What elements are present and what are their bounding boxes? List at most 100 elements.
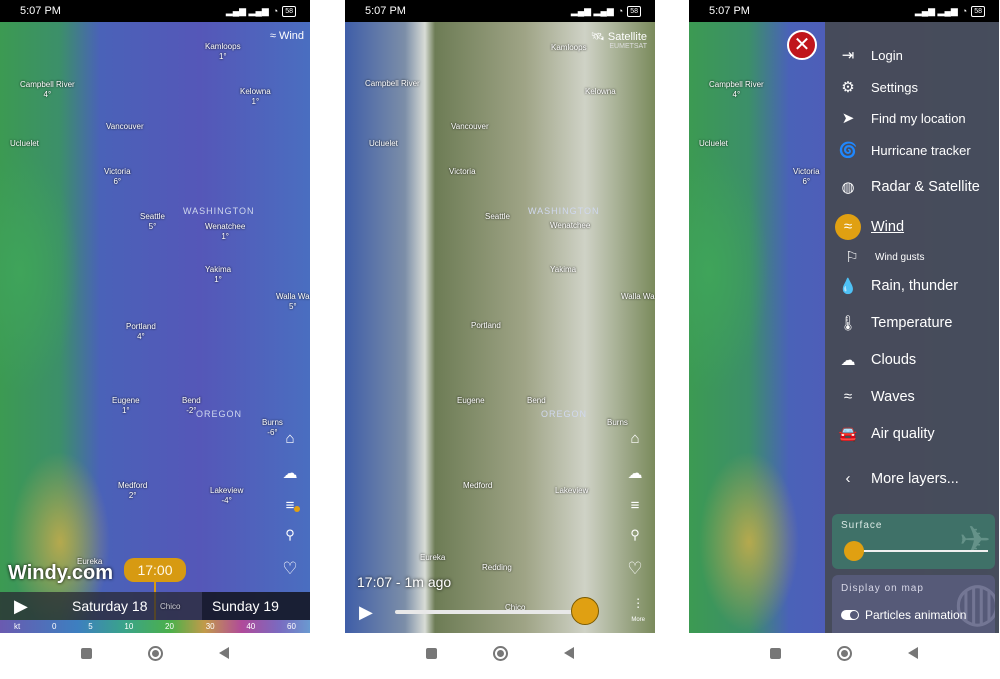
recents-button[interactable] <box>81 647 92 659</box>
city-label: Lakeview -4° <box>210 486 244 505</box>
wifi-icon: ◔ <box>272 6 279 16</box>
home-button[interactable] <box>493 645 508 661</box>
back-button[interactable] <box>219 647 229 659</box>
satellite-icon: 🛰 <box>590 31 605 43</box>
wind-map[interactable]: ≈ Wind Kamloops 1° Campbell River 4° Kelow… <box>0 22 310 633</box>
play-icon[interactable]: ▶ <box>359 602 373 623</box>
status-bar: 5:07 PM ▂▄▆ ▂▄▆ ◔ 58 <box>0 0 310 22</box>
play-icon[interactable]: ▶ <box>14 596 54 617</box>
back-button[interactable] <box>564 647 574 659</box>
timeline-bar[interactable]: ▶ Saturday 18 Sunday 19 <box>0 592 310 620</box>
back-button[interactable] <box>908 647 918 659</box>
menu-item-find-location[interactable]: ➤ Find my location <box>835 109 966 127</box>
day-sunday[interactable]: Sunday 19 <box>202 592 310 620</box>
city-label: Chico <box>160 602 181 611</box>
altitude-slider-knob[interactable] <box>844 541 864 561</box>
android-nav-bar <box>689 640 999 666</box>
phone-menu-view: 5:07 PM ▂▄▆ ▂▄▆ ◔ 58 Campbell River 4° Uclue… <box>689 0 999 679</box>
wifi-icon: ◔ <box>617 6 624 16</box>
airplane-icon: ✈ <box>959 520 991 562</box>
city-label: Eugene <box>457 396 485 405</box>
home-button[interactable] <box>837 645 852 661</box>
phone-satellite-view: 5:07 PM ▂▄▆ ▂▄▆ ◔ 58 🛰 Satellite EUMETSAT Ka… <box>345 0 655 679</box>
status-bar: 5:07 PM ▂▄▆ ▂▄▆ ◔ 58 <box>345 0 655 22</box>
city-label: Victoria 6° <box>793 167 820 186</box>
surface-label: Surface <box>841 520 883 531</box>
city-label: Seattle 5° <box>140 212 165 231</box>
city-label: Kamloops <box>551 43 587 52</box>
menu-item-settings[interactable]: ⚙ Settings <box>835 78 918 96</box>
city-label: Kelowna <box>585 87 616 96</box>
city-label: Victoria <box>449 167 476 176</box>
day-saturday[interactable]: Saturday 18 <box>72 598 174 614</box>
menu-item-wind[interactable]: ≈ Wind <box>835 214 904 240</box>
battery-icon: 58 <box>971 5 985 17</box>
cloud-icon: ☁ <box>840 352 856 369</box>
waves-icon: ≈ <box>843 388 853 405</box>
city-label: Kamloops 1° <box>205 42 241 61</box>
drop-icon: 💧 <box>838 278 858 295</box>
timeline-slider[interactable] <box>395 610 595 614</box>
windy-logo: Windy.com <box>8 562 114 584</box>
layer-label: ≈ Wind <box>269 30 304 42</box>
toggle-switch[interactable] <box>841 610 859 620</box>
city-label: Redding <box>482 563 512 572</box>
home-icon[interactable]: ⌂ <box>625 430 645 447</box>
altitude-slider[interactable] <box>852 550 988 552</box>
heart-icon[interactable]: ♡ <box>625 559 645 579</box>
city-label: Burns <box>607 418 628 427</box>
login-icon: ⇥ <box>841 47 855 64</box>
menu-icon[interactable]: ≡ <box>280 497 300 514</box>
signal-icon: ▂▄▆ ▂▄▆ <box>225 5 269 16</box>
home-button[interactable] <box>148 645 163 661</box>
display-on-map-label: Display on map <box>841 583 924 594</box>
thermometer-icon: 🌡 <box>838 315 858 332</box>
storm-cloud-icon[interactable]: ☁ <box>280 464 300 482</box>
menu-item-waves[interactable]: ≈ Waves <box>835 388 915 405</box>
recents-button[interactable] <box>770 647 781 659</box>
menu-item-air-quality[interactable]: 🚘 Air quality <box>835 425 935 443</box>
satellite-map[interactable]: 🛰 Satellite EUMETSAT Kamloops Campbell Ri… <box>345 22 655 633</box>
menu-item-temperature[interactable]: 🌡 Temperature <box>835 314 952 332</box>
menu-item-rain-thunder[interactable]: 💧 Rain, thunder <box>835 277 958 295</box>
city-label: Yakima 1° <box>205 265 232 284</box>
storm-cloud-icon[interactable]: ☁ <box>625 464 645 482</box>
status-time: 5:07 PM <box>20 5 61 17</box>
city-label: Victoria 6° <box>104 167 131 186</box>
recents-button[interactable] <box>426 647 437 659</box>
phone-wind-view: 5:07 PM ▂▄▆ ▂▄▆ ◔ 58 ≈ Wind Kamloops 1° Camp… <box>0 0 310 679</box>
home-icon[interactable]: ⌂ <box>280 430 300 447</box>
city-label: Seattle <box>485 212 510 221</box>
city-label: Eureka <box>420 553 446 562</box>
particles-animation-toggle[interactable]: Particles animation <box>841 608 966 622</box>
menu-icon[interactable]: ≡ <box>625 497 645 514</box>
location-arrow-icon: ➤ <box>841 110 855 127</box>
search-icon[interactable]: ⚲ <box>280 527 300 543</box>
time-bubble[interactable]: 17:00 <box>124 558 186 582</box>
menu-item-clouds[interactable]: ☁ Clouds <box>835 351 917 369</box>
menu-item-radar-satellite[interactable]: ◍ Radar & Satellite <box>835 178 979 196</box>
menu-item-hurricane-tracker[interactable]: 🌀 Hurricane tracker <box>835 141 971 159</box>
car-icon: 🚘 <box>838 426 858 443</box>
hurricane-icon: 🌀 <box>838 142 858 159</box>
globe-icon: ◍ <box>841 179 855 196</box>
battery-icon: 58 <box>627 5 641 17</box>
city-label: Portland 4° <box>126 322 156 341</box>
menu-item-wind-gusts[interactable]: ⚐ Wind gusts <box>839 248 924 266</box>
gear-icon: ⚙ <box>841 79 855 96</box>
city-label: Campbell River 4° <box>709 80 764 99</box>
city-label: Eugene 1° <box>112 396 140 415</box>
city-label: Ucluelet <box>699 139 728 148</box>
close-menu-button[interactable]: ✕ <box>787 30 817 60</box>
timeline-knob[interactable] <box>571 597 599 625</box>
state-label: WASHINGTON <box>528 206 600 216</box>
menu-item-login[interactable]: ⇥ Login <box>835 46 903 64</box>
layers-menu: ⇥ Login ⚙ Settings ➤ Find my location 🌀 Hurr… <box>825 22 999 633</box>
more-button[interactable]: ⋮ More <box>631 597 645 623</box>
city-label: Campbell River 4° <box>20 80 75 99</box>
menu-item-more-layers[interactable]: ‹ More layers... <box>835 470 959 487</box>
heart-icon[interactable]: ♡ <box>280 559 300 579</box>
search-icon[interactable]: ⚲ <box>625 527 645 543</box>
windsock-icon: ⚐ <box>845 249 859 266</box>
surface-panel: ✈ Surface <box>832 514 995 569</box>
